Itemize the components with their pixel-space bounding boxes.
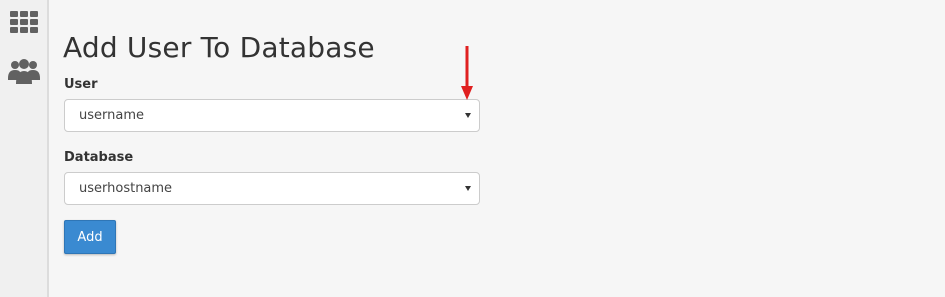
- database-select[interactable]: userhostname: [64, 172, 480, 205]
- add-button[interactable]: Add: [64, 220, 116, 254]
- chevron-down-icon: [465, 113, 471, 118]
- user-select[interactable]: username: [64, 99, 480, 132]
- grid-icon[interactable]: [0, 8, 47, 36]
- red-arrow-annotation: [461, 46, 473, 100]
- chevron-down-icon: [465, 186, 471, 191]
- page-title: Add User To Database: [63, 31, 375, 64]
- database-label: Database: [64, 150, 134, 165]
- user-select-value: username: [79, 108, 144, 123]
- database-select-value: userhostname: [79, 181, 173, 196]
- user-label: User: [64, 77, 98, 92]
- users-icon[interactable]: [0, 55, 47, 87]
- sidebar: [0, 0, 49, 297]
